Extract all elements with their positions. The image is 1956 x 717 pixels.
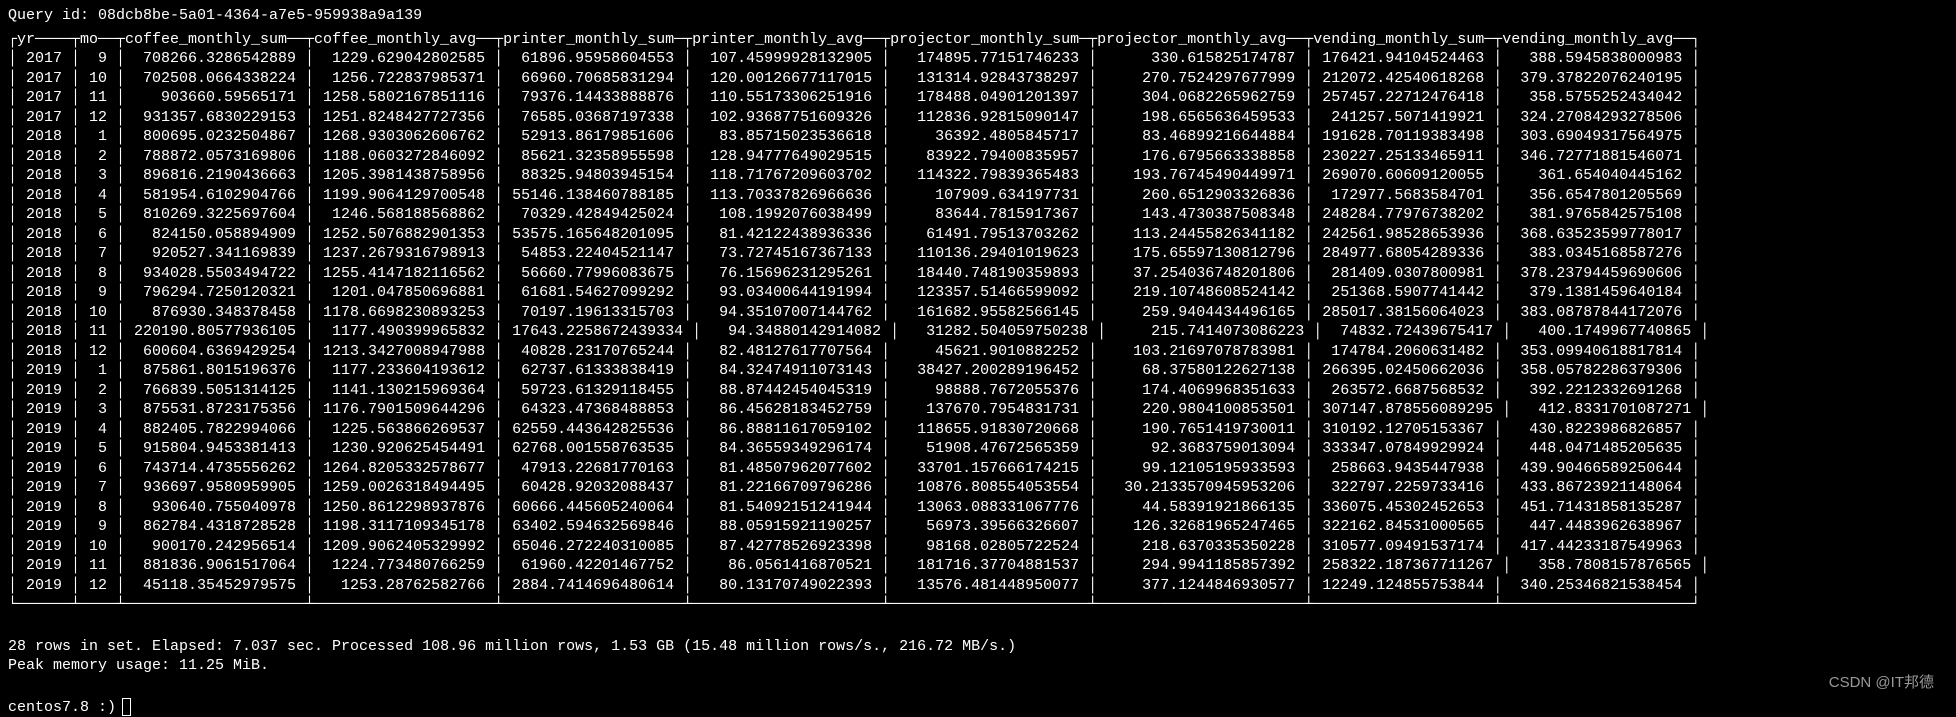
table-row: │ 2017 │ 12 │ 931357.6830229153 │ 1251.8…	[8, 108, 1948, 128]
result-table: ┌yr────┬mo──┬coffee_monthly_sum──┬coffee…	[8, 30, 1948, 615]
table-row: │ 2017 │ 11 │ 903660.59565171 │ 1258.580…	[8, 88, 1948, 108]
table-header-border: ┌yr────┬mo──┬coffee_monthly_sum──┬coffee…	[8, 30, 1948, 50]
query-id: 08dcb8be-5a01-4364-a7e5-959938a9a139	[98, 7, 422, 24]
table-row: │ 2018 │ 9 │ 796294.7250120321 │ 1201.04…	[8, 283, 1948, 303]
table-row: │ 2018 │ 8 │ 934028.5503494722 │ 1255.41…	[8, 264, 1948, 284]
table-footer-border: └──────┴────┴────────────────────┴──────…	[8, 595, 1948, 615]
table-row: │ 2019 │ 1 │ 875861.8015196376 │ 1177.23…	[8, 361, 1948, 381]
query-line: Query id: 08dcb8be-5a01-4364-a7e5-959938…	[8, 6, 1948, 26]
table-row: │ 2018 │ 1 │ 800695.0232504867 │ 1268.93…	[8, 127, 1948, 147]
table-row: │ 2019 │ 12 │ 45118.35452979575 │ 1253.2…	[8, 576, 1948, 596]
status-line-1: 28 rows in set. Elapsed: 7.037 sec. Proc…	[8, 637, 1948, 657]
table-row: │ 2017 │ 9 │ 708266.3286542889 │ 1229.62…	[8, 49, 1948, 69]
watermark: CSDN @IT邦德	[1829, 673, 1934, 693]
table-row: │ 2018 │ 2 │ 788872.0573169806 │ 1188.06…	[8, 147, 1948, 167]
table-row: │ 2017 │ 10 │ 702508.0664338224 │ 1256.7…	[8, 69, 1948, 89]
prompt-line[interactable]: centos7.8 :)	[8, 698, 1948, 717]
query-label: Query id:	[8, 7, 89, 24]
table-row: │ 2019 │ 3 │ 875531.8723175356 │ 1176.79…	[8, 400, 1948, 420]
table-row: │ 2019 │ 4 │ 882405.7822994066 │ 1225.56…	[8, 420, 1948, 440]
table-row: │ 2018 │ 5 │ 810269.3225697604 │ 1246.56…	[8, 205, 1948, 225]
table-row: │ 2019 │ 8 │ 930640.755040978 │ 1250.861…	[8, 498, 1948, 518]
table-row: │ 2018 │ 11 │ 220190.80577936105 │ 1177.…	[8, 322, 1948, 342]
table-row: │ 2019 │ 10 │ 900170.242956514 │ 1209.90…	[8, 537, 1948, 557]
table-row: │ 2019 │ 11 │ 881836.9061517064 │ 1224.7…	[8, 556, 1948, 576]
table-row: │ 2018 │ 10 │ 876930.348378458 │ 1178.66…	[8, 303, 1948, 323]
table-row: │ 2018 │ 4 │ 581954.6102904766 │ 1199.90…	[8, 186, 1948, 206]
shell-prompt: centos7.8 :)	[8, 698, 116, 717]
table-row: │ 2019 │ 2 │ 766839.5051314125 │ 1141.13…	[8, 381, 1948, 401]
cursor	[122, 698, 131, 716]
table-row: │ 2019 │ 6 │ 743714.4735556262 │ 1264.82…	[8, 459, 1948, 479]
table-row: │ 2018 │ 3 │ 896816.2190436663 │ 1205.39…	[8, 166, 1948, 186]
table-row: │ 2019 │ 9 │ 862784.4318728528 │ 1198.31…	[8, 517, 1948, 537]
status-line-2: Peak memory usage: 11.25 MiB.	[8, 656, 1948, 676]
table-row: │ 2018 │ 6 │ 824150.058894909 │ 1252.507…	[8, 225, 1948, 245]
table-row: │ 2019 │ 7 │ 936697.9580959905 │ 1259.00…	[8, 478, 1948, 498]
table-row: │ 2019 │ 5 │ 915804.9453381413 │ 1230.92…	[8, 439, 1948, 459]
table-row: │ 2018 │ 12 │ 600604.6369429254 │ 1213.3…	[8, 342, 1948, 362]
table-row: │ 2018 │ 7 │ 920527.341169839 │ 1237.267…	[8, 244, 1948, 264]
